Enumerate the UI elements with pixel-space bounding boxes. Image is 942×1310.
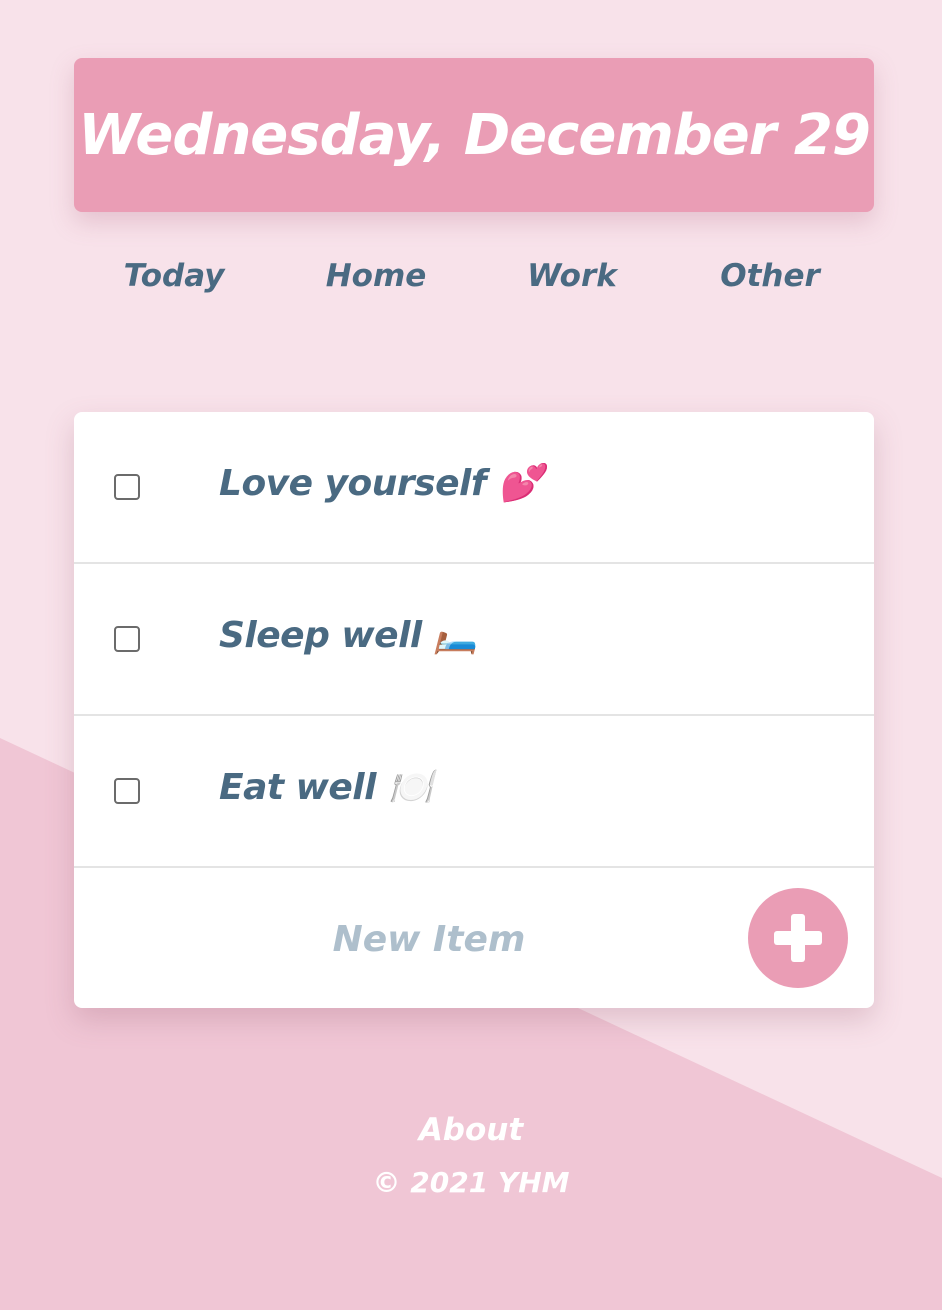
copyright-text: © 2021 YHM: [372, 1166, 570, 1199]
todo-label: Love yourself 💕: [219, 463, 543, 504]
nav-tab-today[interactable]: Today: [124, 258, 225, 294]
add-item-button[interactable]: [748, 888, 848, 988]
footer: About © 2021 YHM: [0, 1112, 942, 1199]
nav-tab-other[interactable]: Other: [720, 258, 820, 294]
todo-checkbox[interactable]: [114, 778, 140, 804]
nav-tab-work[interactable]: Work: [527, 258, 617, 294]
about-link[interactable]: About: [419, 1112, 523, 1148]
todo-label: Sleep well 🛏️: [219, 615, 479, 656]
date-header: Wednesday, December 29: [74, 58, 874, 212]
category-nav: Today Home Work Other: [74, 258, 874, 308]
new-item-input[interactable]: [194, 908, 664, 970]
plus-icon: [774, 914, 822, 962]
nav-tab-home[interactable]: Home: [326, 258, 427, 294]
todo-item: Eat well 🍽️: [74, 716, 874, 868]
todo-checkbox[interactable]: [114, 626, 140, 652]
todo-list-card: Love yourself 💕 Sleep well 🛏️ Eat well 🍽…: [74, 412, 874, 1008]
todo-item: Love yourself 💕: [74, 412, 874, 564]
todo-label: Eat well 🍽️: [219, 767, 433, 808]
todo-checkbox[interactable]: [114, 474, 140, 500]
new-item-row: [74, 868, 874, 1008]
page-title: Wednesday, December 29: [78, 102, 871, 168]
todo-item: Sleep well 🛏️: [74, 564, 874, 716]
